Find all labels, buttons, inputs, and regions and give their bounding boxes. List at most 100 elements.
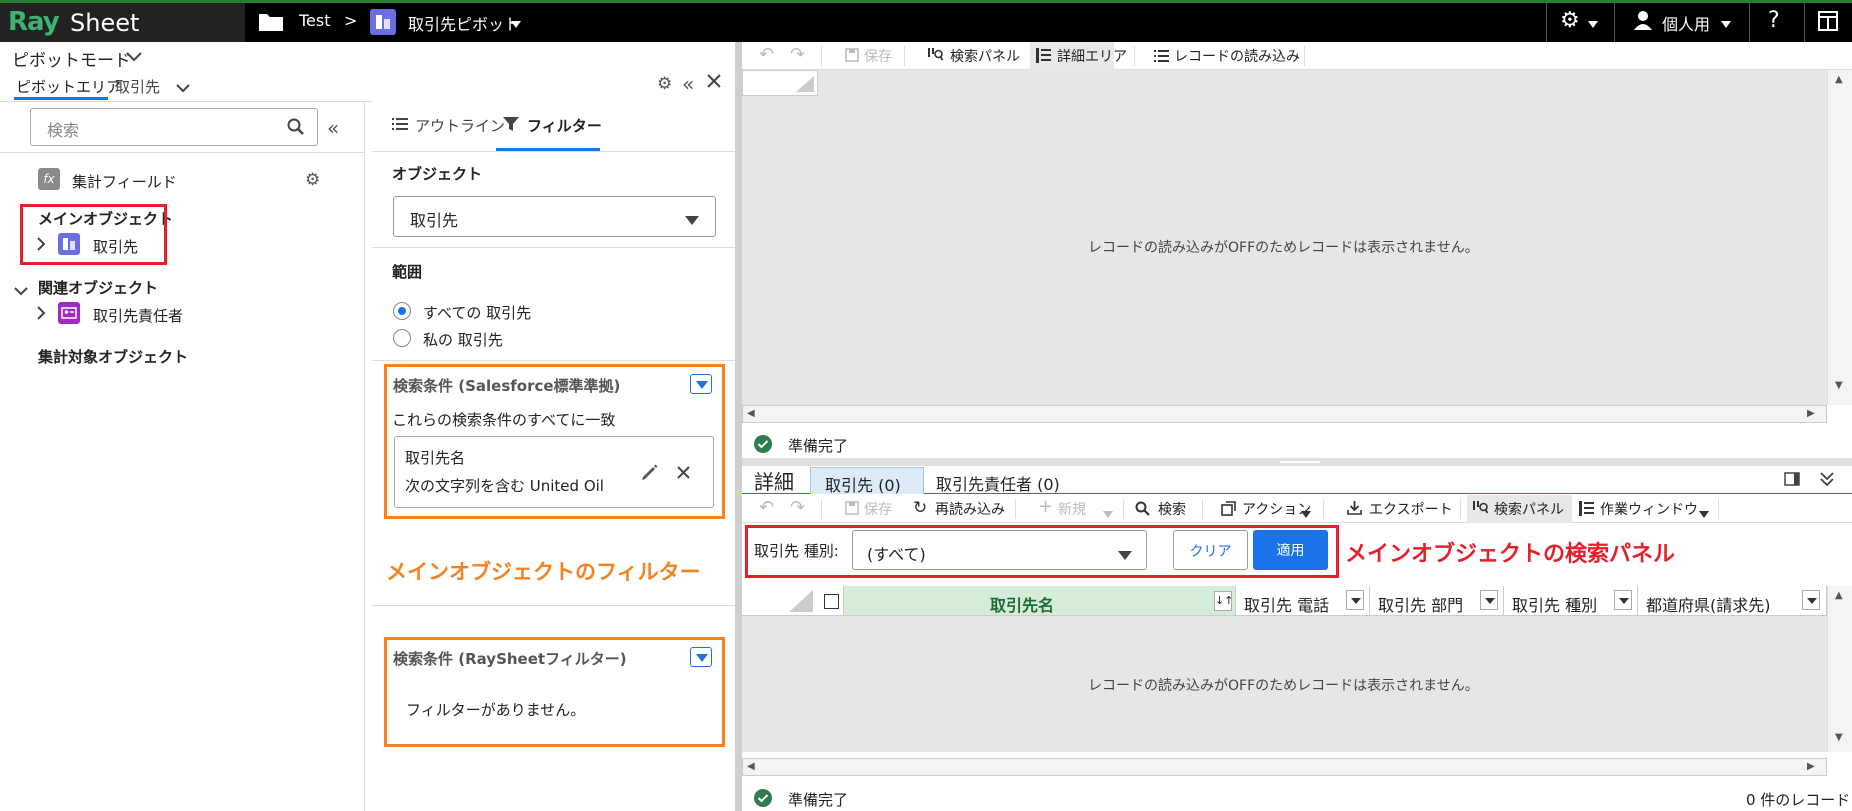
horizontal-splitter[interactable] — [742, 458, 1852, 466]
breadcrumb-test[interactable]: Test — [299, 11, 331, 30]
scope-label: 範囲 — [392, 263, 423, 281]
detail-horizontal-scrollbar[interactable]: ◀ ▶ — [742, 758, 1827, 776]
column-prefecture-chevron-icon[interactable] — [1802, 590, 1820, 610]
main-vertical-scrollbar[interactable]: ▲ ▼ — [1827, 70, 1852, 405]
folder-icon — [258, 11, 284, 32]
column-header-phone[interactable]: 取引先 電話 — [1236, 586, 1370, 616]
undo-icon[interactable]: ↶ — [759, 44, 774, 65]
column-header-department[interactable]: 取引先 部門 — [1370, 586, 1504, 616]
calc-field-gear-icon[interactable]: ⚙ — [305, 170, 320, 190]
related-collapse-icon[interactable] — [14, 282, 28, 300]
export-icon — [1347, 500, 1362, 519]
detail-status-check-icon — [754, 789, 772, 811]
action-chevron-icon[interactable] — [1301, 505, 1311, 523]
panel-toggle-icon[interactable] — [1784, 472, 1800, 490]
field-search-input[interactable]: 検索 — [30, 108, 318, 146]
user-icon[interactable] — [1633, 10, 1653, 34]
detail-vertical-scrollbar[interactable]: ▲ ▼ — [1827, 586, 1852, 752]
app-logo[interactable]: Ray Sheet — [0, 3, 245, 42]
column-type-chevron-icon[interactable] — [1614, 590, 1632, 610]
settings-gear-icon[interactable]: ⚙ — [1560, 8, 1580, 33]
detail-area-button[interactable]: 詳細エリア — [1057, 46, 1127, 66]
work-window-chevron-icon[interactable] — [1699, 505, 1709, 523]
settings-chevron-icon[interactable] — [1588, 15, 1598, 33]
outline-list-icon — [392, 117, 408, 135]
filter-panel-splitter[interactable] — [735, 42, 742, 811]
work-window-button[interactable]: 作業ウィンドウ — [1600, 499, 1698, 519]
tab-account[interactable]: 取引先 — [115, 76, 160, 97]
user-chevron-icon[interactable] — [1721, 15, 1731, 33]
column-department-chevron-icon[interactable] — [1480, 590, 1498, 610]
breadcrumb-current[interactable]: 取引先ピボット — [408, 11, 520, 35]
corner-cell[interactable] — [742, 70, 818, 96]
search-panel-button[interactable]: 検索パネル — [950, 46, 1020, 66]
collapse-double-left-icon[interactable]: « — [327, 116, 339, 140]
sf-filter-highlight — [384, 364, 725, 519]
search-panel-highlight — [745, 525, 1339, 578]
detail-undo-icon[interactable]: ↶ — [759, 497, 774, 518]
column-phone-chevron-icon[interactable] — [1346, 590, 1364, 610]
search-icon — [287, 118, 305, 140]
tab-outline[interactable]: アウトライン — [415, 115, 505, 136]
left-panel: ピボットモード ピボットエリア 取引先 検索 « fx 集計フィールド ⚙ メイ… — [0, 42, 372, 811]
column-header-prefecture[interactable]: 都道府県(請求先) — [1638, 586, 1827, 616]
column-header-phone-label: 取引先 電話 — [1244, 596, 1330, 615]
select-all-checkbox[interactable] — [824, 594, 839, 609]
collapse-double-down-icon[interactable] — [1820, 471, 1834, 491]
load-records-button[interactable]: レコードの読み込み — [1174, 46, 1300, 66]
mode-label[interactable]: ピボットモード — [12, 46, 131, 71]
sort-desc-icon[interactable]: ↓↑ — [1214, 591, 1233, 611]
mode-chevron-down-icon[interactable] — [126, 48, 142, 66]
detail-search-button[interactable]: 検索 — [1158, 499, 1186, 519]
column-header-prefecture-label: 都道府県(請求先) — [1646, 596, 1771, 615]
detail-save-button[interactable]: 保存 — [864, 499, 892, 519]
main-horizontal-scrollbar[interactable]: ◀ ▶ — [742, 405, 1827, 423]
object-select-chevron-icon — [685, 211, 699, 229]
column-header-account-name[interactable]: 取引先名 ↓↑ — [844, 586, 1236, 616]
scope-option-all[interactable]: すべての 取引先 — [423, 302, 531, 323]
object-label: オブジェクト — [392, 165, 483, 183]
reload-icon: ↻ — [913, 498, 928, 518]
status-check-icon — [754, 435, 772, 457]
help-icon[interactable]: ? — [1768, 8, 1780, 33]
search-panel-annotation: メインオブジェクトの検索パネル — [1345, 542, 1676, 567]
pane-gear-icon[interactable]: ⚙ — [657, 74, 672, 94]
user-label[interactable]: 個人用 — [1662, 11, 1710, 35]
rs-filter-highlight — [384, 637, 725, 747]
window-icon[interactable] — [1818, 11, 1838, 35]
new-button[interactable]: 新規 — [1058, 499, 1086, 519]
scope-radio-mine[interactable] — [393, 329, 411, 347]
scope-option-mine[interactable]: 私の 取引先 — [423, 329, 503, 350]
detail-tab-contact[interactable]: 取引先責任者 (0) — [936, 471, 1060, 495]
detail-search-icon — [1135, 501, 1150, 520]
main-empty-message: レコードの読み込みがOFFのためレコードは表示されません。 — [1088, 240, 1479, 256]
breadcrumb-separator: > — [344, 11, 358, 30]
redo-icon[interactable]: ↷ — [790, 44, 805, 65]
related-item-expand-icon[interactable] — [36, 306, 46, 324]
tab-filter[interactable]: フィルター — [527, 115, 602, 136]
detail-search-panel-button[interactable]: 検索パネル — [1494, 499, 1564, 519]
new-chevron-icon[interactable] — [1103, 505, 1113, 523]
save-button[interactable]: 保存 — [864, 46, 892, 66]
object-select[interactable]: 取引先 — [393, 196, 716, 237]
column-header-type[interactable]: 取引先 種別 — [1504, 586, 1638, 616]
record-count: 0 件のレコード — [1746, 791, 1851, 809]
grid-corner-cell[interactable] — [742, 586, 844, 616]
tab-pivot-area[interactable]: ピボットエリア — [16, 76, 121, 97]
breadcrumb-chevron-down-icon[interactable] — [511, 15, 521, 33]
pane-close-icon[interactable] — [707, 74, 721, 92]
scope-radio-all[interactable] — [393, 302, 411, 320]
reload-button[interactable]: 再読み込み — [935, 499, 1005, 519]
related-object-item[interactable]: 取引先責任者 — [93, 305, 183, 326]
tab-account-chevron-icon[interactable] — [176, 79, 190, 97]
calc-field-label[interactable]: 集計フィールド — [72, 171, 177, 192]
export-button[interactable]: エクスポート — [1369, 499, 1453, 519]
search-panel-icon — [928, 47, 944, 66]
column-header-department-label: 取引先 部門 — [1378, 596, 1464, 615]
main-status-bar: 準備完了 — [742, 433, 1852, 457]
filter-funnel-icon — [503, 116, 519, 136]
pane-collapse-icon[interactable]: « — [682, 72, 694, 96]
detail-tab-account[interactable]: 取引先 (0) — [810, 467, 924, 495]
column-header-account-name-label: 取引先名 — [990, 596, 1055, 615]
detail-redo-icon[interactable]: ↷ — [790, 497, 805, 518]
